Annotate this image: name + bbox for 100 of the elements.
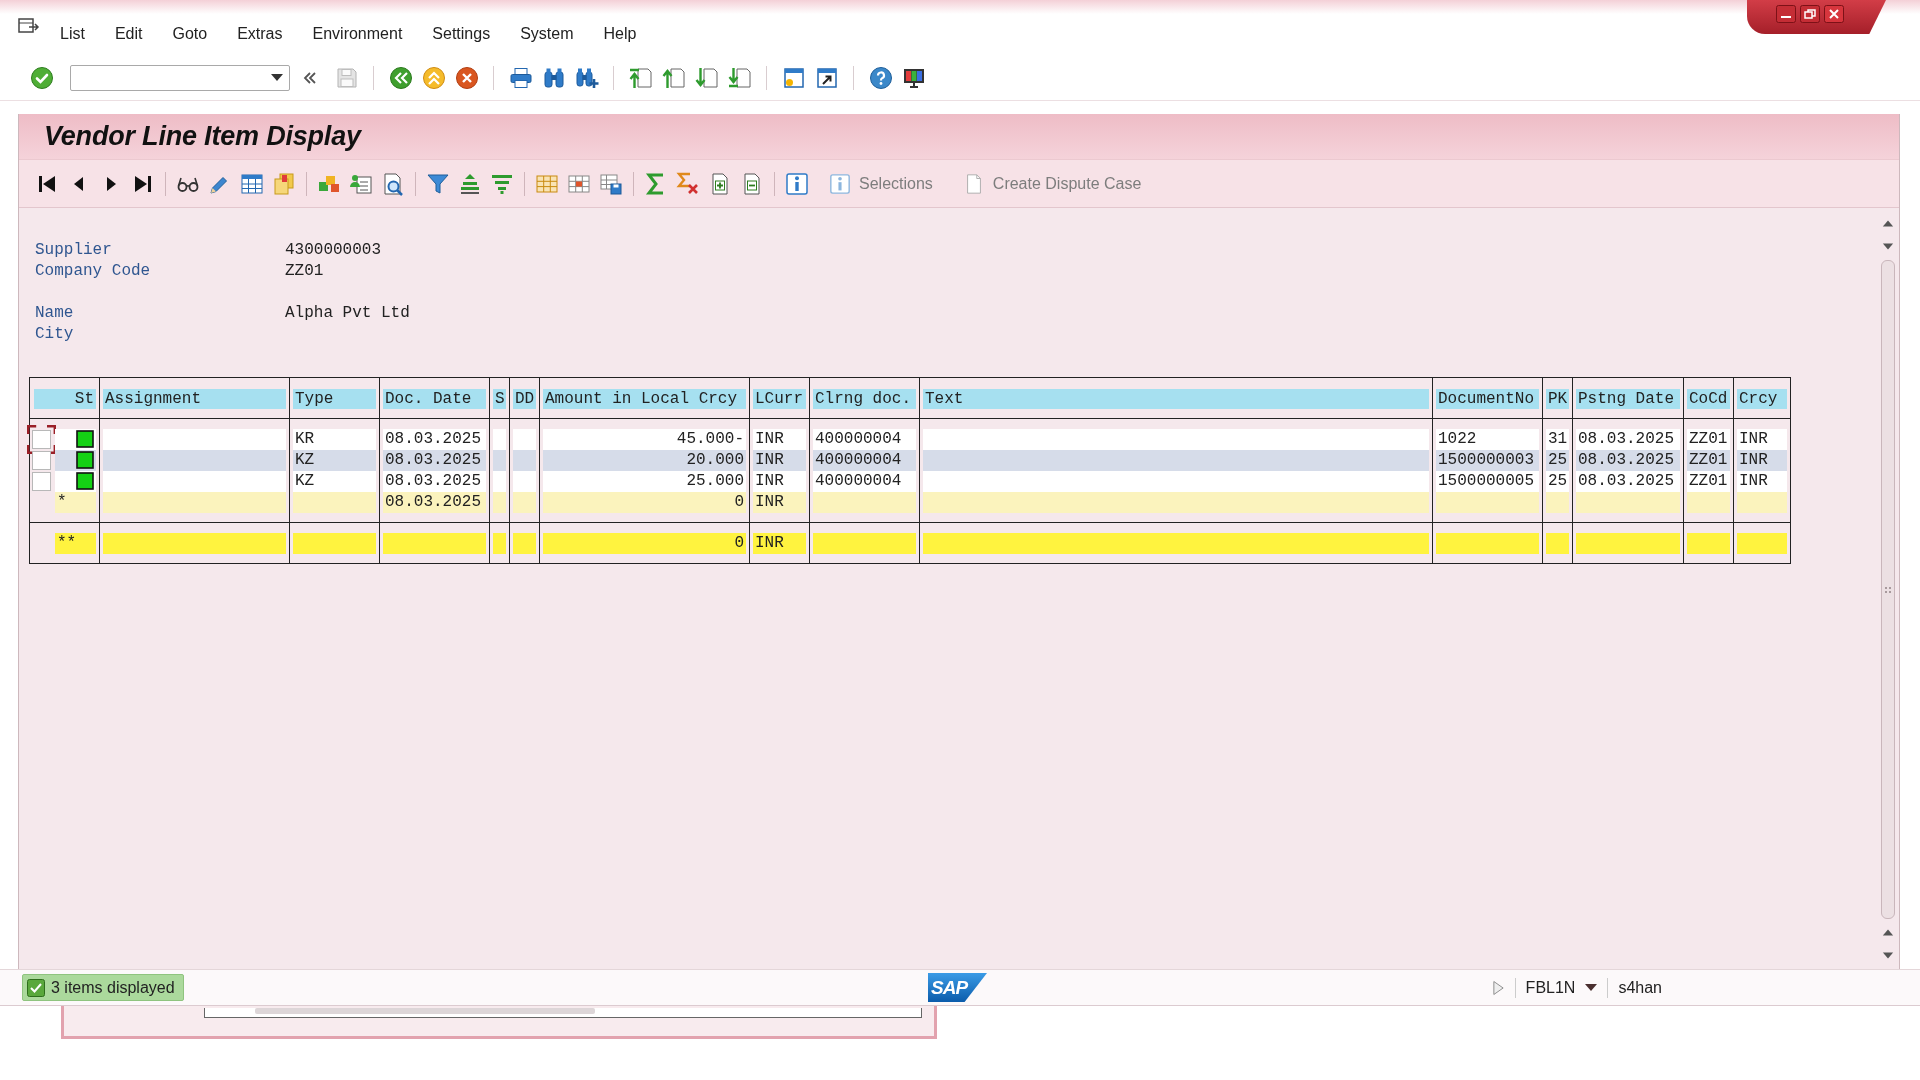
- check-icon[interactable]: [30, 65, 54, 90]
- window-sun-icon[interactable]: [781, 65, 806, 90]
- magnifier-document-icon[interactable]: [381, 171, 405, 196]
- logo: SAP: [928, 973, 987, 1002]
- table-disk-icon[interactable]: [599, 171, 623, 196]
- minimize-icon[interactable]: [1775, 5, 1796, 23]
- column-header[interactable]: PK: [1546, 388, 1569, 409]
- table-cell: 25.000: [543, 470, 746, 492]
- menu-item[interactable]: Edit: [114, 24, 143, 44]
- table-cell: KZ: [293, 470, 376, 492]
- table-cell: INR: [753, 428, 806, 450]
- empty-cell: [1687, 491, 1730, 513]
- empty-cell: [1737, 491, 1787, 513]
- table-cell: 25: [1546, 470, 1569, 492]
- table-cell: ZZ01: [1687, 449, 1730, 471]
- column-header[interactable]: Pstng Date: [1576, 388, 1680, 409]
- caret-icon[interactable]: [271, 74, 283, 81]
- table-cell: 08.03.2025: [383, 449, 486, 471]
- info-icon: [829, 172, 851, 195]
- scroll-down-icon[interactable]: [1882, 242, 1894, 252]
- table-cell: ZZ01: [1687, 428, 1730, 450]
- field-label: City: [35, 324, 75, 345]
- field-label: Supplier: [35, 240, 113, 261]
- row-checkbox[interactable]: [27, 424, 56, 454]
- table-cell: INR: [1737, 428, 1787, 450]
- page-last-icon[interactable]: [727, 65, 752, 90]
- column-header[interactable]: S: [493, 388, 506, 409]
- sigma-cross-icon[interactable]: [676, 171, 700, 196]
- column-header[interactable]: DD: [513, 388, 536, 409]
- info-icon[interactable]: [785, 171, 809, 196]
- field-label: Company Code: [35, 261, 152, 282]
- empty-cell: [1546, 532, 1569, 554]
- table-cell: 400000004: [813, 470, 916, 492]
- up-chevrons-icon[interactable]: [421, 65, 446, 90]
- table-cell: 45.000-: [543, 428, 746, 450]
- restore-icon[interactable]: [1799, 5, 1820, 23]
- column-header[interactable]: Text: [923, 388, 1429, 409]
- close-icon[interactable]: [1823, 5, 1844, 23]
- empty-cell: [493, 532, 506, 554]
- menu-item[interactable]: System: [520, 24, 574, 44]
- column-header[interactable]: Crcy: [1737, 388, 1787, 409]
- double-chevron-icon[interactable]: [302, 69, 318, 86]
- page-first-icon[interactable]: [628, 65, 653, 90]
- field-value: ZZ01: [285, 261, 324, 282]
- table-cell: 08.03.2025: [1576, 428, 1680, 450]
- column-header[interactable]: Amount in Local Crcy: [543, 388, 746, 409]
- table-cell: INR: [753, 449, 806, 471]
- table-cell: INR: [753, 532, 806, 554]
- table-cell: 0: [543, 532, 746, 554]
- vertical-scrollbar[interactable]: [1881, 260, 1895, 919]
- menu-item[interactable]: Goto: [172, 24, 208, 44]
- table-cell: 1022: [1436, 428, 1539, 450]
- field-value: 4300000003: [285, 240, 381, 261]
- scroll-down-icon[interactable]: [1882, 951, 1894, 961]
- table-cell: 400000004: [813, 449, 916, 471]
- table-cell: 31: [1546, 428, 1569, 450]
- cancel-icon[interactable]: [454, 65, 479, 90]
- column-header[interactable]: LCurr: [753, 388, 806, 409]
- column-header[interactable]: Assignment: [103, 388, 286, 409]
- row-checkbox[interactable]: [32, 450, 51, 470]
- table-cell: 08.03.2025: [383, 428, 486, 450]
- empty-cell: [513, 491, 536, 513]
- bars-triangle-icon[interactable]: [458, 171, 482, 196]
- empty-cell: [513, 449, 536, 471]
- screen-title: Vendor Line Item Display: [19, 114, 1899, 159]
- scroll-up-icon[interactable]: [1882, 218, 1894, 228]
- print-icon[interactable]: [508, 65, 533, 90]
- scrollbar-thumb[interactable]: [255, 1008, 595, 1014]
- menu-item[interactable]: Settings: [432, 24, 491, 44]
- back-icon[interactable]: [388, 65, 413, 90]
- column-header[interactable]: Doc. Date: [383, 388, 486, 409]
- column-header[interactable]: DocumentNo: [1436, 388, 1539, 409]
- table-cell: **: [55, 532, 96, 554]
- table-cell: KZ: [293, 449, 376, 471]
- menu-icon[interactable]: [18, 16, 40, 34]
- field-label: Name: [35, 303, 75, 324]
- column-header[interactable]: CoCd: [1687, 388, 1730, 409]
- caret-icon[interactable]: [1585, 984, 1598, 991]
- column-header[interactable]: Type: [293, 388, 376, 409]
- help-icon[interactable]: [868, 65, 893, 90]
- column-header[interactable]: Clrng doc.: [813, 388, 916, 409]
- field-value: Alpha Pvt Ltd: [285, 303, 410, 324]
- horizontal-scrollbar[interactable]: [204, 1008, 922, 1018]
- triangle-icon[interactable]: [1491, 979, 1505, 996]
- table-cell: ZZ01: [1687, 470, 1730, 492]
- table-cell: INR: [753, 470, 806, 492]
- page-up-icon[interactable]: [661, 65, 686, 90]
- menu-item[interactable]: Extras: [237, 24, 283, 44]
- command-field[interactable]: [70, 64, 290, 91]
- page-down-icon[interactable]: [694, 65, 719, 90]
- menu-item[interactable]: List: [60, 24, 85, 44]
- menu-item[interactable]: Help: [603, 24, 637, 44]
- empty-cell: [1546, 491, 1569, 513]
- stacked-documents-icon[interactable]: [272, 171, 296, 196]
- column-header[interactable]: St: [34, 388, 96, 409]
- menu-item[interactable]: Environment: [312, 24, 403, 44]
- row-checkbox[interactable]: [32, 471, 51, 491]
- scroll-up-icon[interactable]: [1882, 927, 1894, 937]
- filter-icon[interactable]: [426, 171, 450, 196]
- table-icon[interactable]: [240, 171, 264, 196]
